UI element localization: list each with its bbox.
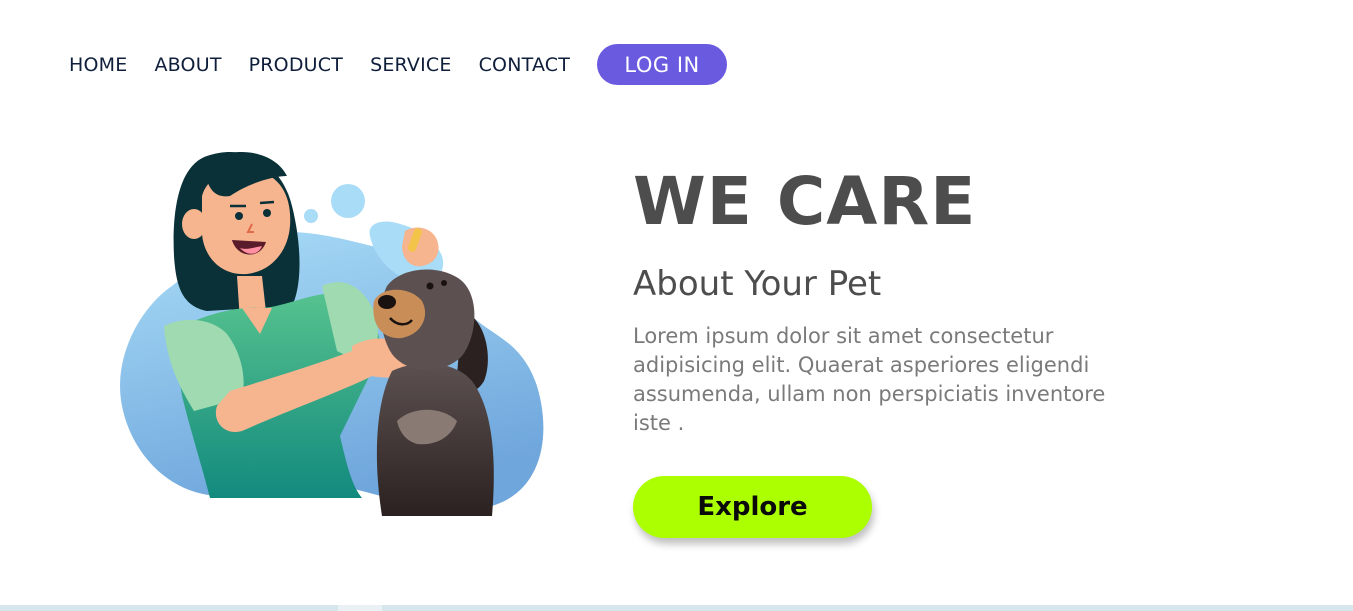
nav-contact[interactable]: CONTACT — [479, 54, 571, 76]
nav-product[interactable]: PRODUCT — [249, 54, 343, 76]
main-nav: HOME ABOUT PRODUCT SERVICE CONTACT LOG I… — [69, 44, 728, 85]
bottom-scroll-strip — [0, 605, 1353, 611]
login-button[interactable]: LOG IN — [597, 44, 728, 85]
hero-description: Lorem ipsum dolor sit amet consectetur a… — [633, 324, 1106, 435]
hero-section: WE CARE About Your Pet Lorem ipsum dolor… — [633, 160, 1193, 438]
hero-illustration — [112, 136, 552, 526]
woman-with-dog-illustration — [120, 152, 544, 516]
nav-about[interactable]: ABOUT — [154, 54, 221, 76]
hero-subtitle: About Your Pet — [633, 264, 882, 304]
explore-button[interactable]: Explore — [633, 476, 872, 538]
nav-service[interactable]: SERVICE — [370, 54, 452, 76]
bottom-strip-segment — [338, 605, 382, 611]
nav-home[interactable]: HOME — [69, 54, 127, 76]
hero-title: WE CARE — [633, 163, 977, 240]
